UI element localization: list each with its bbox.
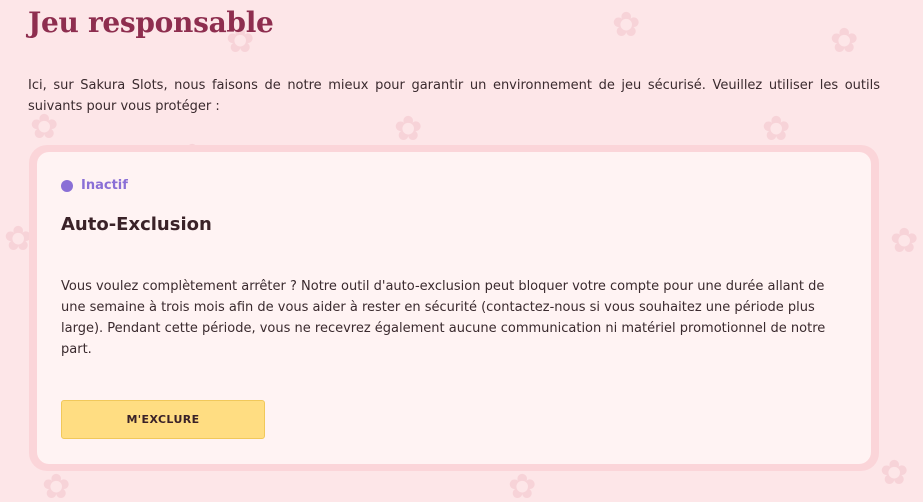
sakura-flower-icon: ✿	[42, 467, 71, 502]
sakura-flower-icon: ✿	[890, 221, 919, 261]
status-dot-icon	[61, 179, 73, 192]
sakura-flower-icon: ✿	[508, 467, 537, 502]
sakura-flower-icon: ✿	[880, 453, 909, 493]
self-exclusion-card-frame: Inactif Auto-Exclusion Vous voulez compl…	[29, 145, 879, 471]
card-title: Auto-Exclusion	[61, 214, 212, 235]
exclude-me-button[interactable]: M'EXCLURE	[61, 400, 265, 439]
sakura-flower-icon: ✿	[762, 109, 791, 149]
status-indicator: Inactif	[61, 178, 128, 193]
main-content: Jeu responsable Ici, sur Sakura Slots, n…	[0, 0, 923, 117]
card-description: Vous voulez complètement arrêter ? Notre…	[61, 279, 826, 357]
self-exclusion-card: Inactif Auto-Exclusion Vous voulez compl…	[37, 152, 871, 464]
page-title: Jeu responsable	[28, 6, 274, 39]
sakura-flower-icon: ✿	[394, 109, 423, 149]
status-label: Inactif	[81, 178, 128, 193]
intro-text: Ici, sur Sakura Slots, nous faisons de n…	[28, 78, 880, 114]
